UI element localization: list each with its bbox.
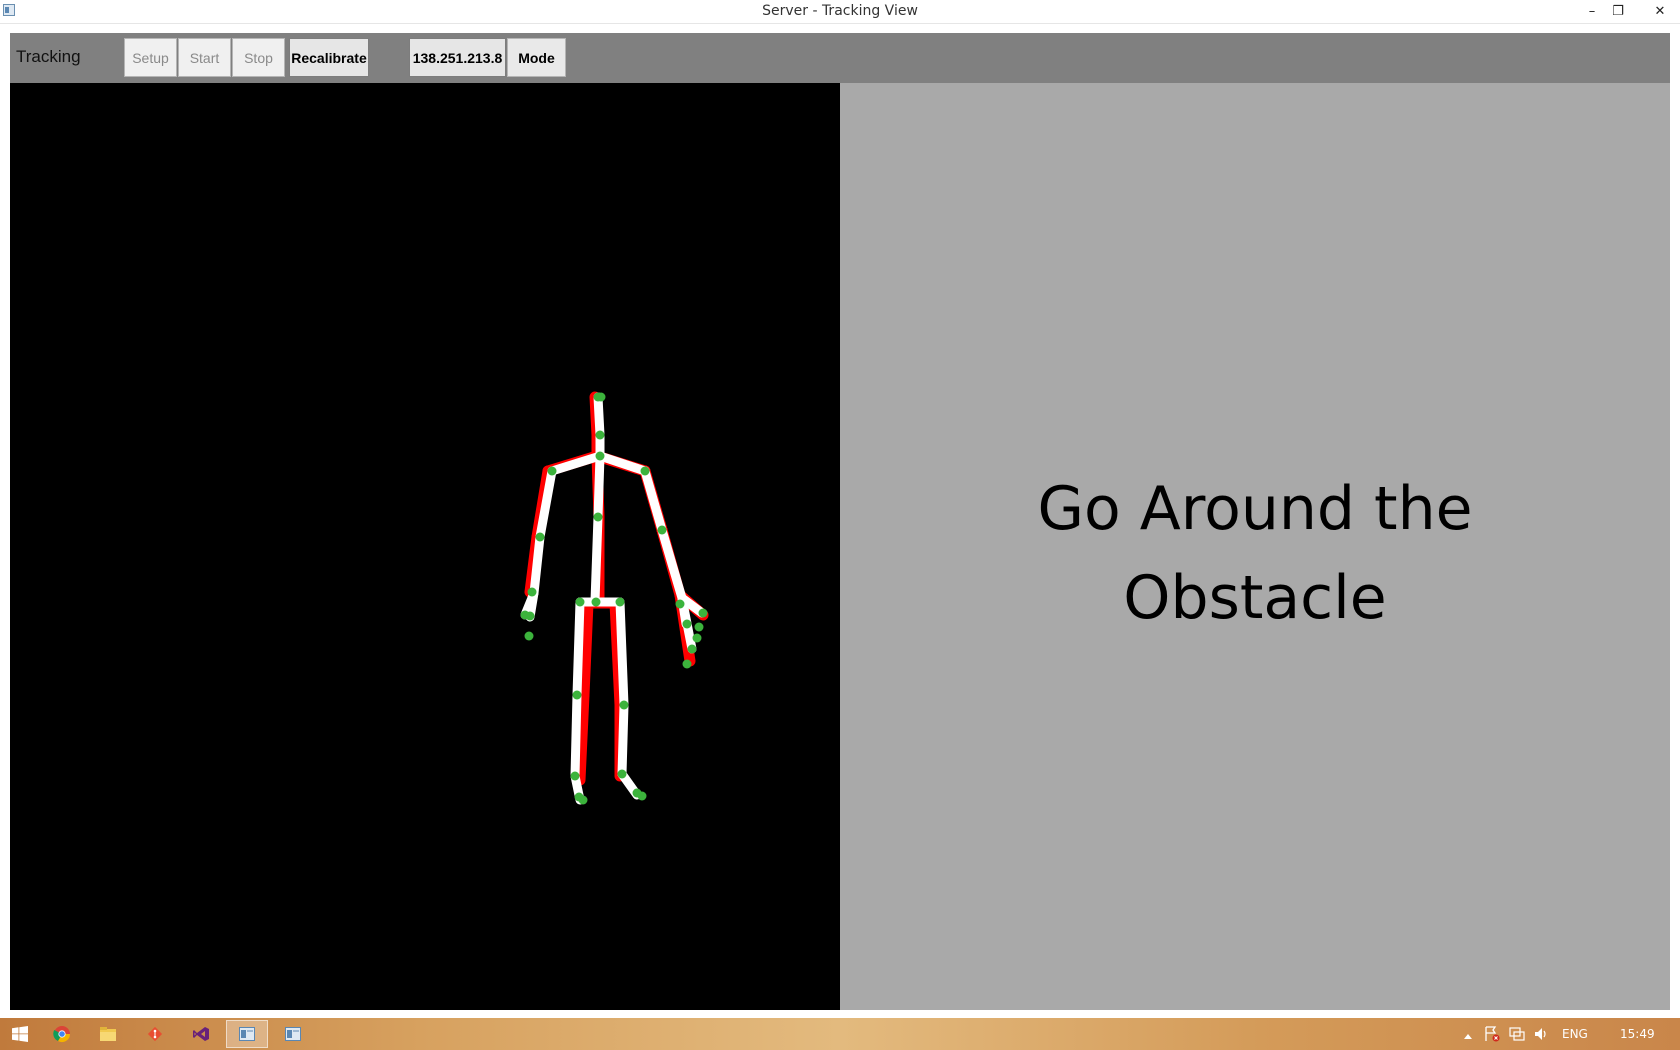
show-hidden-icons-icon[interactable] [1464, 1028, 1472, 1042]
setup-button[interactable]: Setup [124, 38, 177, 77]
toolbar: Tracking Setup Start Stop Recalibrate 13… [10, 33, 1670, 83]
minimize-button[interactable]: – [1578, 0, 1606, 22]
window-title: Server - Tracking View [762, 3, 918, 19]
windows-start-icon[interactable] [2, 1020, 38, 1048]
mode-button[interactable]: Mode [507, 38, 566, 77]
app-window-icon[interactable] [226, 1020, 268, 1048]
action-center-icon[interactable] [1484, 1026, 1500, 1045]
instruction-line-1: Go Around the [1037, 474, 1473, 544]
start-button[interactable]: Start [178, 38, 231, 77]
server-window: Server - Tracking View – ❐ ✕ Tracking Se… [0, 0, 1680, 1018]
git-icon[interactable] [134, 1020, 176, 1048]
restore-button[interactable]: ❐ [1604, 0, 1632, 22]
recalibrate-button[interactable]: Recalibrate [289, 38, 369, 77]
taskbar: ENG 15:49 [0, 1018, 1680, 1050]
instruction-text: Go Around the Obstacle [840, 465, 1670, 643]
network-icon[interactable] [1509, 1026, 1525, 1045]
volume-icon[interactable] [1533, 1026, 1549, 1045]
system-tray: ENG 15:49 [1460, 1018, 1678, 1050]
instruction-panel: Go Around the Obstacle [840, 83, 1670, 1010]
close-button[interactable]: ✕ [1646, 0, 1674, 22]
instruction-line-2: Obstacle [1123, 563, 1387, 633]
title-bar[interactable]: Server - Tracking View – ❐ ✕ [0, 0, 1680, 24]
toolbar-title: Tracking [16, 47, 81, 66]
file-explorer-icon[interactable] [87, 1020, 129, 1048]
app-window-icon[interactable] [272, 1020, 314, 1048]
skeleton-figure [520, 391, 709, 805]
clock[interactable]: 15:49 [1620, 1027, 1655, 1041]
language-indicator[interactable]: ENG [1562, 1027, 1588, 1041]
stop-button[interactable]: Stop [232, 38, 285, 77]
server-ip-button[interactable]: 138.251.213.8 [409, 38, 506, 77]
chrome-icon[interactable] [41, 1020, 83, 1048]
tracking-view [10, 83, 840, 1010]
visual-studio-icon[interactable] [180, 1020, 222, 1048]
